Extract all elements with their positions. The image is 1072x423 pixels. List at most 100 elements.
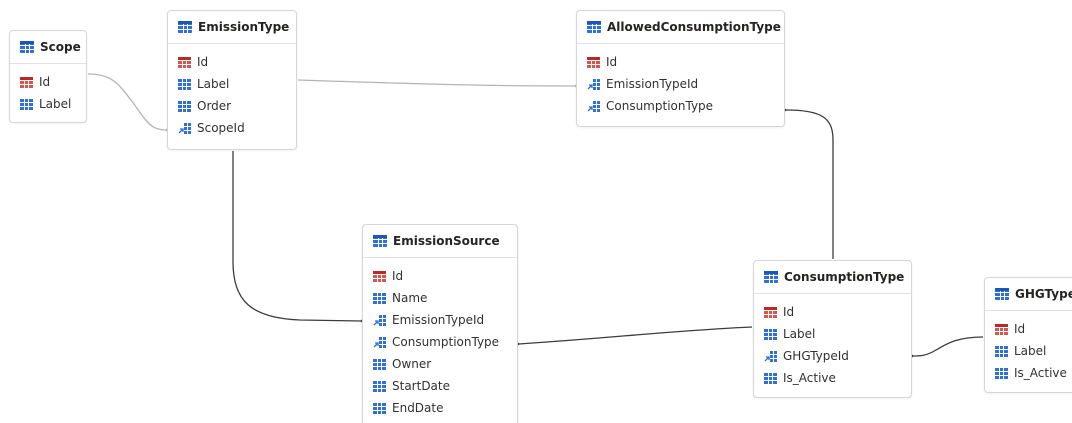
field-row[interactable]: EmissionTypeId [577,73,784,95]
field-name: Id [1014,322,1026,336]
field-name: EmissionTypeId [392,313,485,327]
relationship-emissiontype-emissionsource[interactable] [232,151,371,329]
key-icon [764,306,777,318]
field-list: Id Label [10,64,86,115]
table-name: EmissionSource [393,234,500,248]
field-name: ConsumptionType [392,335,500,349]
field-name: Owner [392,357,432,371]
field-row[interactable]: Id [168,51,296,73]
field-name: Label [1014,344,1047,358]
field-row[interactable]: Id [754,301,911,323]
column-icon [178,78,191,90]
field-name: Id [39,75,51,89]
field-name: Id [606,55,618,69]
field-row[interactable]: Owner [363,353,517,375]
table-name: ConsumptionType [784,270,905,284]
key-icon [373,270,386,282]
table-consumptiontype[interactable]: ConsumptionType Id Label GHGTypeId Is_Active [753,260,912,398]
field-row[interactable]: Is_Active [754,367,911,389]
field-row[interactable]: Order [168,95,296,117]
field-row[interactable]: Is_Active [985,362,1072,384]
field-name: EmissionTypeId [606,77,699,91]
column-icon [764,328,777,340]
field-row[interactable]: ScopeId [168,117,296,139]
field-row[interactable]: StartDate [363,375,517,397]
field-list: Id Label Order ScopeId [168,44,296,139]
table-icon [764,271,778,283]
key-icon [587,56,600,68]
field-list: Id EmissionTypeId ConsumptionType [577,44,784,117]
field-list: Id Label GHGTypeId Is_Active [754,294,911,389]
field-list: Id Label Is_Active [985,311,1072,384]
key-icon [995,323,1008,335]
field-name: Label [783,327,816,341]
table-emissiontype[interactable]: EmissionType Id Label Order ScopeId [167,10,297,150]
field-name: Order [197,99,232,113]
field-name: EndDate [392,401,444,415]
table-name: GHGType [1015,287,1072,301]
column-icon [373,402,386,414]
field-name: GHGTypeId [783,349,849,363]
table-ghgtype[interactable]: GHGType Id Label Is_Active [984,277,1072,393]
field-name: ScopeId [197,121,245,135]
field-name: StartDate [392,379,450,393]
relationship-ghgtype-consumptiontype[interactable] [903,336,984,364]
table-name: AllowedConsumptionType [607,20,781,34]
column-icon [373,292,386,304]
table-icon [587,21,601,33]
field-row[interactable]: Name [363,287,517,309]
column-icon [373,358,386,370]
table-scope[interactable]: Scope Id Label [9,30,87,123]
relationship-consumptiontype-emissionsource[interactable] [509,326,753,352]
foreign-key-icon [178,122,191,134]
column-icon [764,372,777,384]
relationship-scope-emissiontype[interactable] [87,73,176,138]
table-icon [178,21,192,33]
field-row[interactable]: EndDate [363,397,517,419]
table-emissionsource[interactable]: EmissionSource Id Name EmissionTypeId Consum… [362,224,518,423]
column-icon [995,345,1008,357]
field-name: ConsumptionType [606,99,714,113]
foreign-key-icon [373,314,386,326]
field-name: Label [39,97,72,111]
table-header[interactable]: AllowedConsumptionType [577,11,784,44]
foreign-key-icon [764,350,777,362]
column-icon [373,380,386,392]
table-header[interactable]: EmissionSource [363,225,517,258]
field-row[interactable]: ConsumptionType [363,331,517,353]
key-icon [20,76,33,88]
table-icon [373,235,387,247]
table-allowedconsumptiontype[interactable]: AllowedConsumptionType Id EmissionTypeId Co… [576,10,785,127]
column-icon [20,98,33,110]
table-header[interactable]: EmissionType [168,11,296,44]
relationship-emissiontype-allowedconsumptiontype[interactable] [297,78,585,94]
relationship-consumptiontype-allowedconsumptiontype[interactable] [776,102,834,259]
table-icon [995,288,1009,300]
field-row[interactable]: Id [10,71,86,93]
field-name: Is_Active [1014,366,1067,380]
table-header[interactable]: ConsumptionType [754,261,911,294]
column-icon [995,367,1008,379]
table-header[interactable]: Scope [10,31,86,64]
table-header[interactable]: GHGType [985,278,1072,311]
field-row[interactable]: Id [577,51,784,73]
foreign-key-icon [587,100,600,112]
foreign-key-icon [587,78,600,90]
table-icon [20,41,34,53]
field-row[interactable]: Id [985,318,1072,340]
foreign-key-icon [373,336,386,348]
field-list: Id Name EmissionTypeId ConsumptionType Owner… [363,258,517,419]
diagram-canvas: Scope Id Label EmissionType Id Label Order Scop… [0,0,1072,423]
table-name: EmissionType [198,20,290,34]
field-row[interactable]: GHGTypeId [754,345,911,367]
field-row[interactable]: EmissionTypeId [363,309,517,331]
field-row[interactable]: Label [985,340,1072,362]
field-row[interactable]: Label [10,93,86,115]
field-row[interactable]: ConsumptionType [577,95,784,117]
field-row[interactable]: Label [168,73,296,95]
table-name: Scope [40,40,81,54]
field-name: Name [392,291,428,305]
field-name: Id [392,269,404,283]
field-row[interactable]: Id [363,265,517,287]
field-row[interactable]: Label [754,323,911,345]
